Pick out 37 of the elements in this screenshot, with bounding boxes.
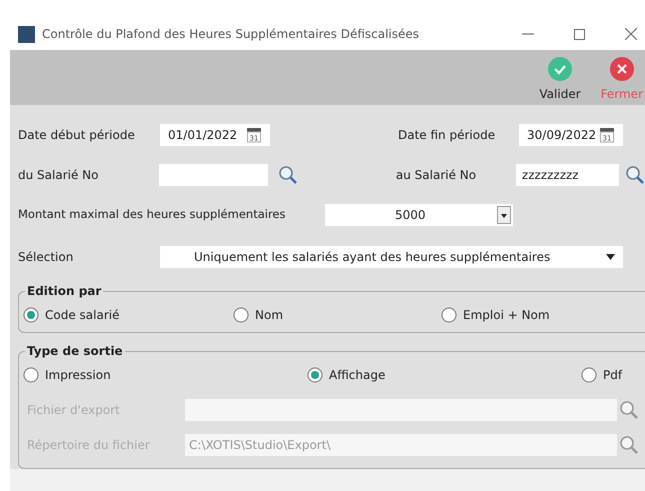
dropdown-arrow-icon — [606, 254, 615, 260]
radio-icon — [307, 367, 323, 383]
field-label: du Salarié No — [18, 167, 100, 184]
field-label: au Salarié No — [396, 167, 478, 184]
window-title: Contrôle du Plafond des Heures Supplémentaires Défiscalisées — [42, 26, 420, 43]
input-field[interactable]: zzzzzzzzz — [516, 164, 620, 186]
radio-button[interactable]: Emploi + Nom — [441, 306, 550, 324]
group-title: Edition par — [25, 283, 104, 299]
dropdown-field[interactable]: 5000 — [325, 204, 513, 226]
radio-button[interactable]: Code salarié — [23, 306, 120, 324]
radio-icon — [233, 307, 249, 323]
search-icon[interactable] — [619, 400, 639, 420]
field-label: Date début période — [18, 127, 136, 144]
group-title: Type de sortie — [25, 343, 125, 359]
radio-icon — [23, 307, 39, 323]
radio-button[interactable]: Affichage — [307, 366, 386, 384]
app-logo-icon — [18, 26, 35, 42]
radio-button[interactable]: Nom — [233, 306, 284, 324]
radio-button[interactable]: Pdf — [581, 366, 622, 384]
radio-button[interactable]: Impression — [23, 366, 111, 384]
check-icon — [548, 57, 572, 81]
field-label: Date fin période — [398, 127, 496, 144]
search-icon[interactable] — [278, 165, 298, 185]
close-icon[interactable] — [625, 28, 637, 40]
radio-icon — [441, 307, 457, 323]
dropdown-field[interactable]: Uniquement les salariés ayant des heures supplémentaires — [160, 246, 623, 268]
radio-icon — [23, 367, 39, 383]
radio-icon — [581, 367, 597, 383]
input-field[interactable] — [158, 164, 268, 186]
input-field: C:\XOTIS\Studio\Export\ — [185, 434, 617, 456]
search-icon[interactable] — [625, 165, 645, 185]
cross-icon — [610, 57, 634, 81]
maximize-icon[interactable] — [574, 28, 585, 40]
field-label: Sélection — [18, 249, 74, 266]
search-icon[interactable] — [619, 434, 639, 454]
validate-button[interactable]: Valider — [537, 57, 583, 103]
field-label: Montant maximal des heures supplémentaires — [18, 206, 286, 224]
